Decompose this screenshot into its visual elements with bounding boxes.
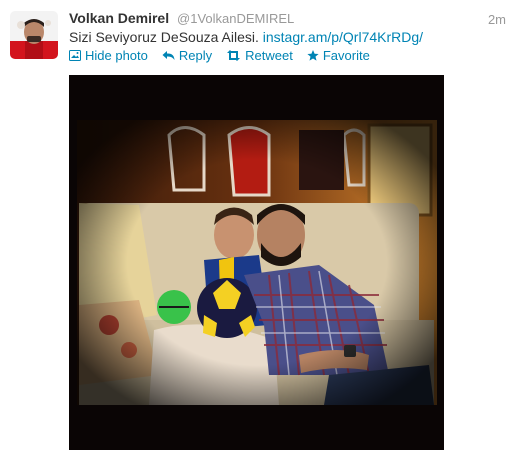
tweet-link[interactable]: instagr.am/p/Qrl74KrRDg/ [263, 29, 423, 45]
reply-label: Reply [178, 48, 213, 63]
avatar[interactable] [10, 11, 58, 59]
retweet-icon [226, 50, 241, 61]
hide-photo-button[interactable]: Hide photo [69, 48, 148, 63]
author-handle[interactable]: @1VolkanDEMIREL [177, 11, 294, 26]
tweet-text: Sizi Seviyoruz DeSouza Ailesi. instagr.a… [69, 29, 423, 45]
tweet-timestamp[interactable]: 2m [488, 12, 506, 27]
tweet-header: Volkan Demirel @1VolkanDEMIREL [69, 10, 294, 26]
favorite-label: Favorite [322, 48, 370, 63]
tweet-body-text: Sizi Seviyoruz DeSouza Ailesi. [69, 29, 259, 45]
favorite-button[interactable]: Favorite [307, 48, 370, 63]
retweet-button[interactable]: Retweet [226, 48, 293, 63]
retweet-label: Retweet [245, 48, 293, 63]
star-icon [307, 50, 319, 61]
reply-button[interactable]: Reply [162, 48, 212, 63]
photo-icon [69, 50, 81, 61]
author-fullname[interactable]: Volkan Demirel [69, 10, 169, 26]
reply-arrow-icon [162, 50, 175, 61]
hide-photo-label: Hide photo [85, 48, 148, 63]
tweet-actions: Hide photo Reply Retweet Favorite [69, 48, 370, 63]
tweet: Volkan Demirel @1VolkanDEMIREL 2m Sizi S… [0, 0, 514, 455]
tweet-photo[interactable] [69, 75, 444, 450]
